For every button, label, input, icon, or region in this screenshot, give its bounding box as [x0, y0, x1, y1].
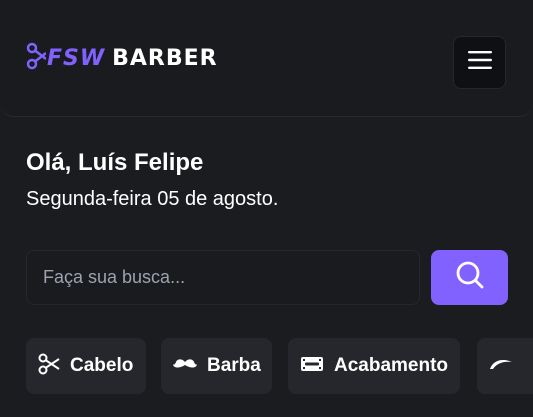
chip-label: Barba: [207, 355, 261, 376]
menu-button[interactable]: [453, 36, 506, 89]
chip-label: Acabamento: [334, 355, 449, 376]
quick-search-barba[interactable]: Barba: [161, 338, 272, 394]
scissors-icon: [38, 353, 60, 380]
search-input[interactable]: [26, 250, 420, 305]
razor-icon: [300, 355, 324, 378]
quick-search-acabamento[interactable]: Acabamento: [288, 338, 460, 394]
search-button[interactable]: [431, 250, 508, 305]
quick-search-list: Cabelo Barba Acabamento: [26, 338, 533, 394]
hamburger-menu-icon: [467, 50, 493, 75]
quick-search-cabelo[interactable]: Cabelo: [26, 338, 146, 394]
eyebrow-icon: [489, 357, 513, 376]
quick-search-sobrancelha[interactable]: [477, 338, 533, 394]
scissors-logo-icon: [26, 42, 47, 75]
logo-fsw-text: FSW: [47, 45, 106, 71]
logo[interactable]: FSW BARBER: [26, 42, 218, 74]
chip-label: Cabelo: [70, 355, 134, 376]
search-icon: [455, 260, 485, 295]
greeting-title: Olá, Luís Felipe: [26, 149, 204, 176]
mustache-icon: [173, 357, 197, 376]
app-header: FSW BARBER: [0, 0, 533, 117]
logo-barber-text: BARBER: [112, 45, 218, 71]
current-date: Segunda-feira 05 de agosto.: [26, 188, 279, 210]
